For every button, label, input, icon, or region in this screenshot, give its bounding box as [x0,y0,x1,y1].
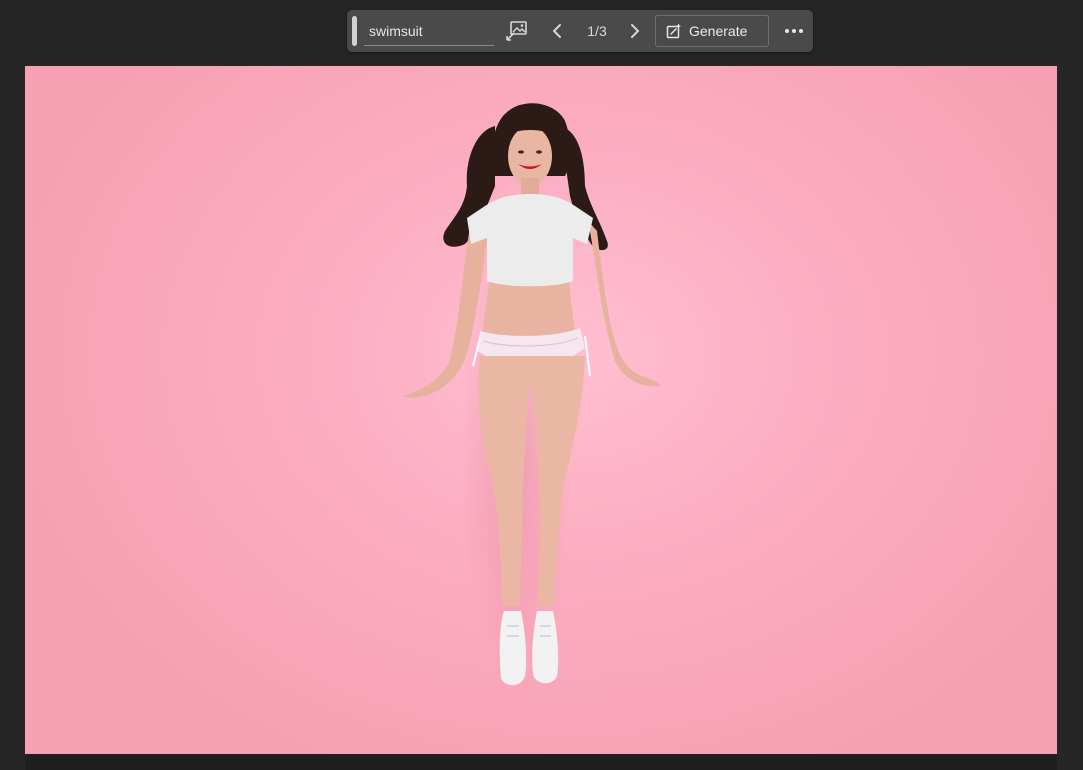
canvas-bottom-edge [25,754,1057,770]
contextual-task-bar: 1/3 Generate [347,10,813,52]
document-canvas[interactable] [25,66,1057,754]
more-options-icon [785,29,803,33]
drag-handle[interactable] [352,16,357,46]
more-options-button[interactable] [780,20,808,42]
image-reference-icon [506,21,527,41]
photoshop-workspace: 1/3 Generate [0,0,1083,770]
prompt-input[interactable] [369,22,494,39]
variation-counter: 1/3 [587,23,607,39]
image-reference-button[interactable] [505,20,529,42]
generate-label: Generate [689,23,748,39]
photo [403,103,661,686]
next-variation-button[interactable] [626,20,644,42]
chevron-left-icon [553,24,561,38]
previous-variation-button[interactable] [548,20,566,42]
prompt-field[interactable] [364,16,494,46]
generative-fill-icon [666,23,681,39]
photo-face [508,126,552,186]
generate-button[interactable]: Generate [655,15,769,47]
chevron-right-icon [631,24,639,38]
